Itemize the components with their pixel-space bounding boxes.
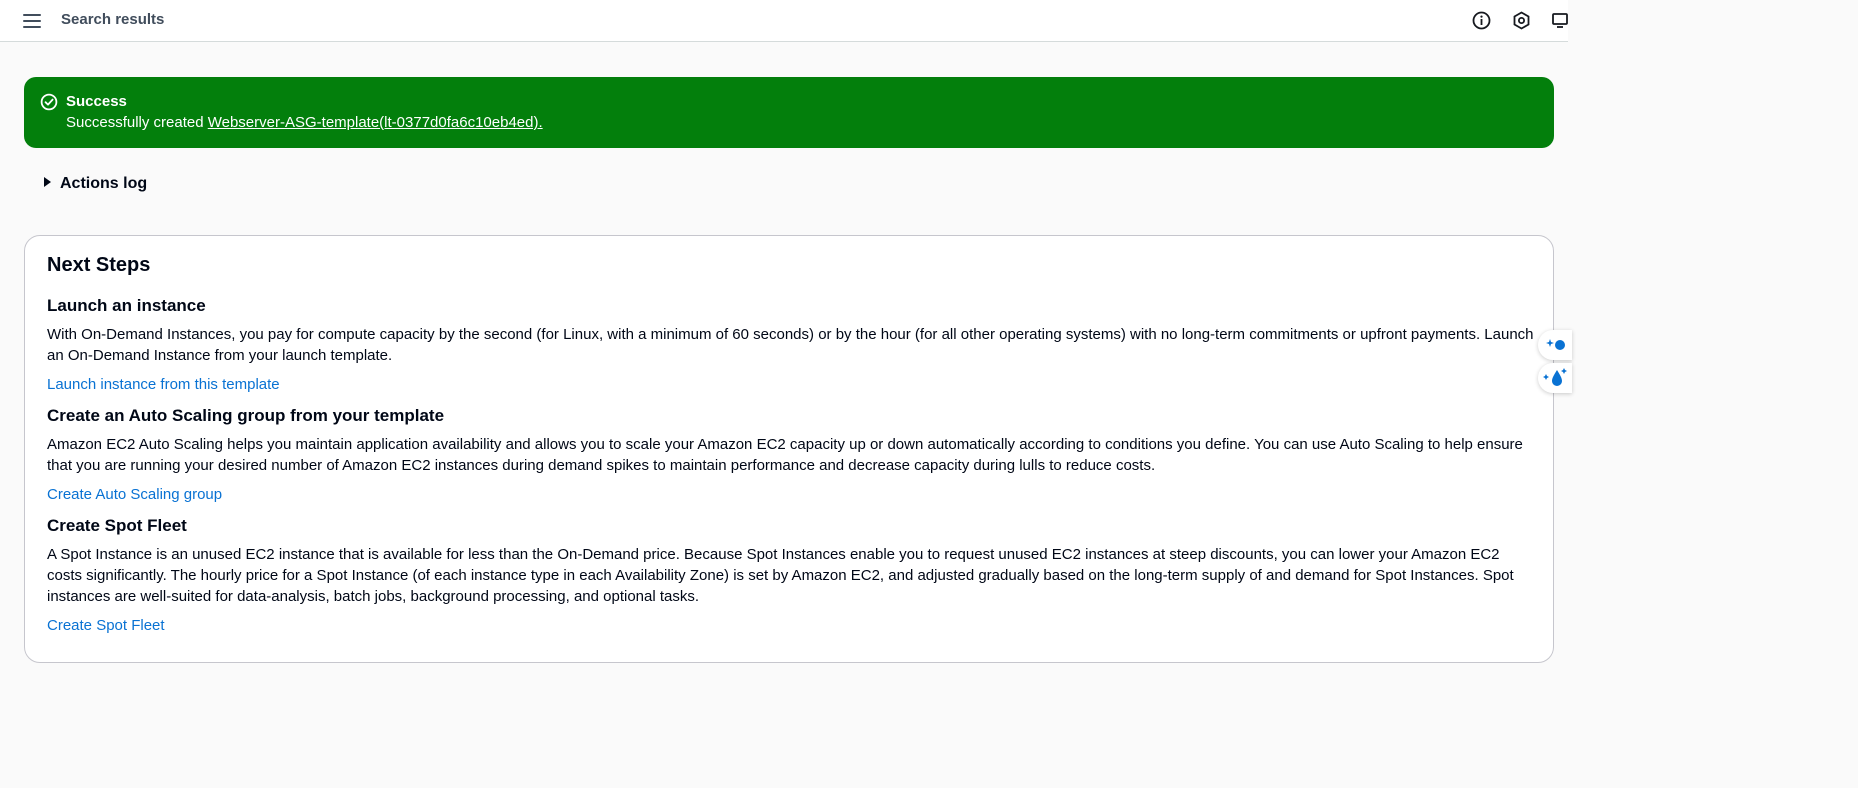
info-icon[interactable] (1471, 10, 1492, 31)
screen-icon[interactable] (1550, 10, 1571, 31)
flash-message: Successfully created Webserver-ASG-templ… (66, 114, 543, 131)
droplet-sparkle-icon[interactable] (1538, 363, 1572, 393)
section-text-spot-fleet: A Spot Instance is an unused EC2 instanc… (47, 546, 1514, 605)
launch-template-link[interactable]: Webserver-ASG-template(lt-0377d0fa6c10eb… (208, 114, 543, 131)
create-auto-scaling-group-link[interactable]: Create Auto Scaling group (47, 486, 222, 503)
assistant-sparkle-icon[interactable] (1538, 330, 1572, 360)
section-title-spot-fleet: Create Spot Fleet (47, 516, 187, 535)
caret-right-icon (44, 176, 51, 187)
actions-log-label: Actions log (60, 175, 148, 192)
next-steps-panel: Next Steps Launch an instance With On-De… (24, 235, 1554, 663)
success-flashbar: Success Successfully created Webserver-A… (24, 77, 1554, 148)
actions-log-toggle[interactable]: Actions log (44, 175, 147, 195)
section-text-launch-instance: With On-Demand Instances, you pay for co… (47, 326, 1534, 364)
next-steps-title: Next Steps (47, 254, 151, 276)
page-title: Search results (61, 11, 165, 28)
flash-message-text: Successfully created (66, 114, 208, 131)
top-navigation-bar: Search results (0, 0, 1568, 42)
launch-instance-link[interactable]: Launch instance from this template (47, 376, 280, 393)
section-title-launch-instance: Launch an instance (47, 296, 206, 315)
menu-icon[interactable] (23, 12, 41, 30)
flash-title: Success (66, 93, 127, 110)
settings-hex-icon[interactable] (1511, 10, 1532, 31)
create-spot-fleet-link[interactable]: Create Spot Fleet (47, 617, 165, 634)
section-title-auto-scaling: Create an Auto Scaling group from your t… (47, 406, 445, 425)
success-check-icon (40, 93, 58, 111)
section-text-auto-scaling: Amazon EC2 Auto Scaling helps you mainta… (47, 436, 1523, 474)
